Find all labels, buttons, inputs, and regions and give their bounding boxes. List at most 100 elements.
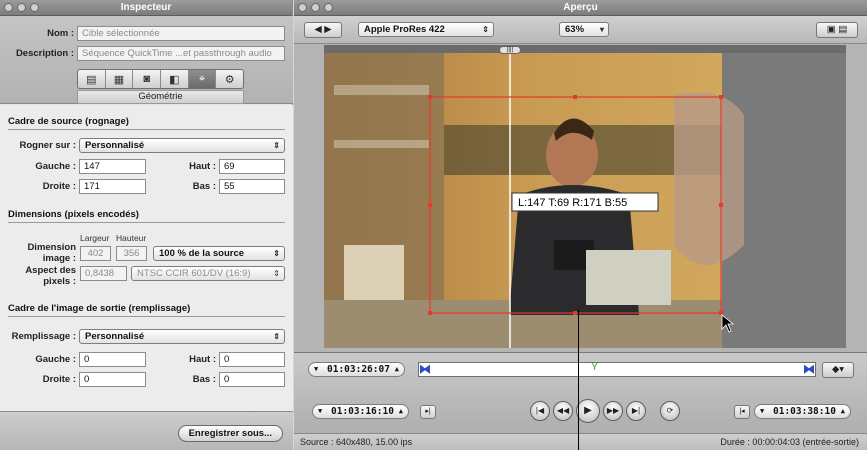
step-back-button[interactable]: ◀◀ bbox=[553, 401, 573, 421]
pixel-aspect-popup[interactable]: NTSC CCIR 601/DV (16:9) ⇕ bbox=[131, 266, 285, 281]
active-tab-label: Géométrie bbox=[77, 90, 244, 104]
popup-arrows-icon: ⇕ bbox=[273, 332, 280, 341]
zoom-popup[interactable]: 63% ▾ bbox=[559, 22, 609, 37]
zoom-icon[interactable] bbox=[30, 3, 39, 12]
marker-menu-button[interactable]: ◆▾ bbox=[822, 362, 854, 378]
popup-arrows-icon: ⇕ bbox=[273, 249, 280, 258]
preview-titlebar[interactable]: Aperçu bbox=[294, 0, 867, 16]
playhead-handle[interactable]: |||| bbox=[499, 46, 521, 54]
rewind-icon: ◀◀ bbox=[556, 406, 570, 415]
crop-handle[interactable] bbox=[719, 203, 723, 207]
sign-card bbox=[344, 245, 404, 305]
zoom-icon[interactable] bbox=[324, 3, 333, 12]
crop-handle[interactable] bbox=[719, 95, 723, 99]
crop-right-field[interactable]: 171 bbox=[79, 179, 146, 194]
preview-toolbar: ◀ ▶ Apple ProRes 422 ⇕ 63% ▾ ▣ ▤ bbox=[294, 16, 867, 44]
crop-popup-value: Personnalisé bbox=[85, 140, 145, 151]
minimize-icon[interactable] bbox=[17, 3, 26, 12]
save-as-button[interactable]: Enregistrer sous... bbox=[177, 425, 283, 442]
out-top-field[interactable]: 0 bbox=[219, 352, 285, 367]
crop-handle[interactable] bbox=[573, 95, 577, 99]
close-icon[interactable] bbox=[4, 3, 13, 12]
format-popup[interactable]: Apple ProRes 422 ⇕ bbox=[358, 22, 494, 37]
step-forward-button[interactable]: ▶▶ bbox=[603, 401, 623, 421]
set-in-button[interactable]: ▸| bbox=[420, 405, 436, 419]
decrement-icon[interactable]: ▼ bbox=[318, 405, 322, 418]
fill-label: Remplissage : bbox=[11, 331, 76, 342]
crop-popup[interactable]: Personnalisé ⇕ bbox=[79, 138, 285, 153]
inspector-header: Nom : Cible sélectionnée Description : S… bbox=[0, 16, 293, 104]
image-height-field[interactable]: 356 bbox=[116, 246, 147, 261]
loop-icon: ⟳ bbox=[666, 406, 674, 415]
play-button[interactable]: ▶ bbox=[576, 399, 600, 423]
video-icon[interactable]: ◙ bbox=[133, 70, 162, 88]
prev-next-buttons[interactable]: ◀ ▶ bbox=[304, 22, 342, 38]
increment-icon[interactable]: ▲ bbox=[395, 363, 399, 376]
crop-left-field[interactable]: 147 bbox=[79, 159, 146, 174]
chevron-down-icon: ▾ bbox=[599, 25, 604, 34]
crop-handle[interactable] bbox=[428, 203, 432, 207]
document-icon[interactable]: ▤ bbox=[78, 70, 106, 88]
out-right-field[interactable]: 0 bbox=[79, 372, 146, 387]
machine-object bbox=[586, 250, 671, 305]
top-label: Haut : bbox=[189, 161, 216, 172]
current-timecode-field[interactable]: ▼ 01:03:16:10 ▲ bbox=[312, 404, 409, 419]
geometry-icon[interactable]: ⌖ bbox=[188, 70, 217, 88]
crop-label: Rogner sur : bbox=[19, 140, 76, 151]
image-dimension-label: Dimension image : bbox=[27, 242, 76, 264]
out-bottom-label: Bas : bbox=[192, 374, 216, 385]
close-icon[interactable] bbox=[298, 3, 307, 12]
out-top-label: Haut : bbox=[189, 354, 216, 365]
play-icon: ▶ bbox=[584, 405, 592, 416]
decrement-icon[interactable]: ▼ bbox=[314, 363, 318, 376]
out-left-field[interactable]: 0 bbox=[79, 352, 146, 367]
go-to-start-button[interactable]: |◀ bbox=[530, 401, 550, 421]
increment-icon[interactable]: ▲ bbox=[841, 405, 845, 418]
set-out-button[interactable]: |◂ bbox=[734, 405, 750, 419]
skip-end-icon: ▶| bbox=[631, 406, 641, 415]
view-mode-buttons[interactable]: ▣ ▤ bbox=[816, 22, 858, 38]
fill-popup[interactable]: Personnalisé ⇕ bbox=[79, 329, 285, 344]
timeline-scrubber[interactable]: ⧓ Y ⧓ bbox=[418, 361, 816, 377]
in-timecode-field[interactable]: ▼ 01:03:26:07 ▲ bbox=[308, 362, 405, 377]
in-point-icon[interactable]: ⧓ bbox=[419, 363, 431, 376]
geometry-panel: Cadre de source (rognage) Rogner sur : P… bbox=[0, 105, 293, 411]
right-label: Droite : bbox=[42, 181, 76, 192]
playhead-icon[interactable]: Y bbox=[591, 361, 598, 373]
pixel-aspect-field[interactable]: 0,8438 bbox=[80, 266, 127, 281]
description-field[interactable]: Séquence QuickTime ...et passthrough aud… bbox=[77, 46, 285, 61]
crop-handle[interactable] bbox=[428, 95, 432, 99]
duration-info: Durée : 00:00:04:03 (entrée-sortie) bbox=[720, 437, 859, 447]
status-bar: Source : 640x480, 15.00 ips Durée : 00:0… bbox=[294, 433, 867, 450]
loop-button[interactable]: ⟳ bbox=[660, 401, 680, 421]
stack-icon[interactable]: ◧ bbox=[161, 70, 189, 88]
in-timecode-value: 01:03:26:07 bbox=[327, 364, 390, 375]
zoom-popup-value: 63% bbox=[565, 24, 585, 35]
image-width-field[interactable]: 402 bbox=[80, 246, 111, 261]
crop-handle[interactable] bbox=[573, 311, 577, 315]
popup-arrows-icon: ⇕ bbox=[482, 25, 489, 34]
out-timecode-field[interactable]: ▼ 01:03:38:10 ▲ bbox=[754, 404, 851, 419]
size-popup[interactable]: 100 % de la source ⇕ bbox=[153, 246, 285, 261]
shelf bbox=[334, 85, 429, 95]
film-icon[interactable]: ▦ bbox=[106, 70, 134, 88]
decrement-icon[interactable]: ▼ bbox=[760, 405, 764, 418]
crop-handle[interactable] bbox=[428, 311, 432, 315]
out-point-icon[interactable]: ⧓ bbox=[803, 363, 815, 376]
gear-icon[interactable]: ⚙ bbox=[216, 70, 243, 88]
name-label: Nom : bbox=[47, 28, 74, 39]
increment-icon[interactable]: ▲ bbox=[399, 405, 403, 418]
inspector-titlebar[interactable]: Inspecteur bbox=[0, 0, 292, 16]
name-field[interactable]: Cible sélectionnée bbox=[77, 26, 285, 41]
video-frame: L:147 T:69 R:171 B:55 bbox=[324, 45, 846, 348]
minimize-icon[interactable] bbox=[311, 3, 320, 12]
out-bottom-field[interactable]: 0 bbox=[219, 372, 285, 387]
window-controls bbox=[4, 3, 39, 12]
crop-top-field[interactable]: 69 bbox=[219, 159, 285, 174]
popup-arrows-icon: ⇕ bbox=[273, 141, 280, 150]
go-to-end-button[interactable]: ▶| bbox=[626, 401, 646, 421]
out-timecode-value: 01:03:38:10 bbox=[773, 406, 836, 417]
crop-handle[interactable] bbox=[719, 311, 723, 315]
crop-bottom-field[interactable]: 55 bbox=[219, 179, 285, 194]
video-viewer[interactable]: L:147 T:69 R:171 B:55 bbox=[324, 45, 846, 348]
